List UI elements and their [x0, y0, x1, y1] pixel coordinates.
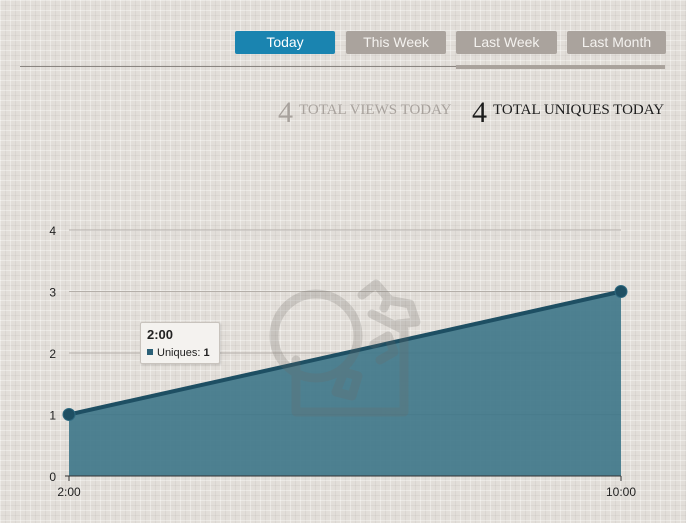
data-point [62, 408, 76, 421]
tooltip-row: Uniques: 1 [147, 345, 213, 361]
y-tick-label: 0 [49, 470, 56, 484]
tooltip-value: 1 [203, 347, 210, 359]
tooltip-series-label: Uniques: [157, 347, 201, 359]
tooltip-time: 2:00 [147, 327, 174, 342]
y-tick-label: 3 [49, 286, 56, 300]
data-point [614, 285, 628, 298]
data-tooltip: 2:00 Uniques: 1 [140, 322, 220, 364]
series-swatch [147, 349, 153, 355]
x-tick-label: 10:00 [606, 485, 636, 499]
y-tick-label: 2 [49, 347, 56, 361]
chart-series [68, 289, 622, 476]
uniques-area-chart: 0 1 2 3 4 2:00 10:00 [49, 224, 636, 499]
x-tick-label: 2:00 [57, 485, 81, 499]
y-tick-label: 1 [49, 409, 56, 423]
series-area-uniques [69, 291, 621, 476]
y-tick-label: 4 [49, 224, 56, 238]
